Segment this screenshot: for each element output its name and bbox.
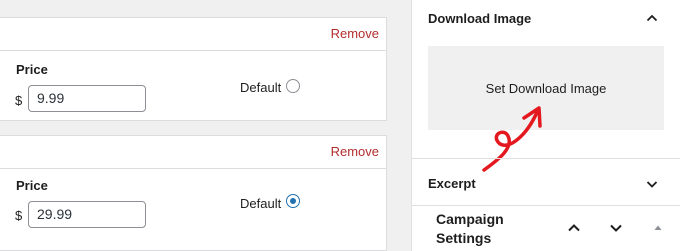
price-option-card: Remove Price $ 9.99 Default — [0, 17, 387, 121]
chevron-up-icon[interactable] — [644, 10, 660, 26]
default-label: Default — [240, 196, 282, 211]
price-label: Price — [16, 178, 48, 193]
currency-symbol: $ — [15, 208, 23, 223]
download-image-title[interactable]: Download Image — [428, 11, 531, 26]
triangle-up-icon[interactable] — [650, 220, 666, 236]
annotation-arrow-icon — [482, 106, 542, 172]
default-label: Default — [240, 80, 282, 95]
settings-sidebar: Download Image Set Download Image Excerp… — [411, 0, 680, 251]
price-amount-input[interactable]: 9.99 — [28, 85, 146, 112]
price-card-header: Remove — [0, 18, 386, 51]
remove-price-link[interactable]: Remove — [331, 26, 379, 41]
price-label: Price — [16, 62, 48, 77]
chevron-down-icon[interactable] — [644, 176, 660, 192]
excerpt-title[interactable]: Excerpt — [428, 176, 476, 191]
chevron-down-icon[interactable] — [608, 220, 624, 236]
price-amount-input[interactable]: 29.99 — [28, 201, 146, 228]
remove-price-link[interactable]: Remove — [331, 144, 379, 159]
panel-divider — [412, 205, 680, 206]
price-card-header: Remove — [0, 136, 386, 169]
chevron-up-icon[interactable] — [566, 220, 582, 236]
panel-divider — [412, 158, 680, 159]
currency-symbol: $ — [15, 93, 23, 108]
price-options-area: Remove Price $ 9.99 Default Remove Price… — [0, 0, 411, 251]
campaign-settings-title[interactable]: Campaign Settings — [436, 210, 526, 248]
campaign-settings-panel: Campaign Settings — [412, 207, 680, 251]
default-radio[interactable] — [286, 79, 300, 93]
default-radio-checked[interactable] — [286, 194, 300, 208]
price-option-card: Remove Price $ 29.99 Default — [0, 135, 387, 251]
